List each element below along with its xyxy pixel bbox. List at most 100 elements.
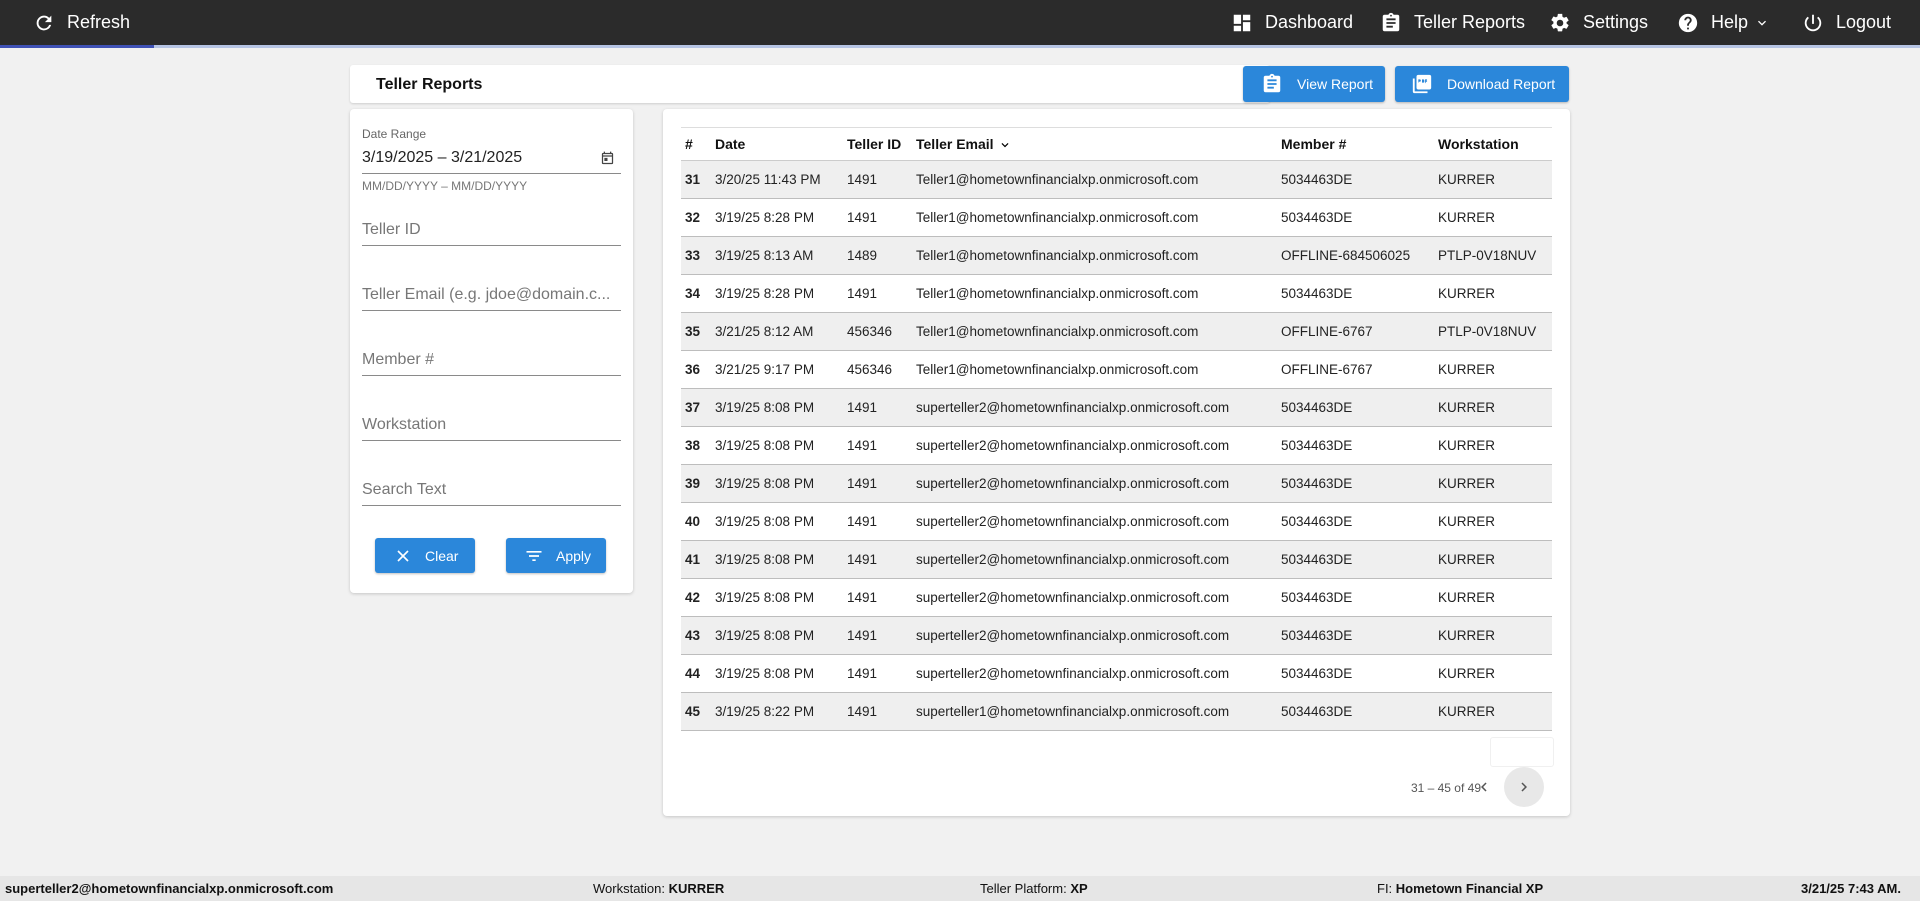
- date-range-hint: MM/DD/YYYY – MM/DD/YYYY: [362, 179, 528, 193]
- clear-button[interactable]: Clear: [375, 538, 475, 573]
- column-header-workstation[interactable]: Workstation: [1434, 128, 1552, 161]
- row-workstation: KURRER: [1438, 362, 1496, 377]
- row-number: 36: [685, 362, 701, 377]
- column-header-member-number[interactable]: Member #: [1277, 128, 1434, 161]
- row-teller-id: 456346: [847, 324, 893, 339]
- search-text-field[interactable]: Search Text: [362, 465, 621, 506]
- filter-panel: Date Range 3/19/2025 – 3/21/2025 MM/DD/Y…: [350, 109, 633, 593]
- table-row[interactable]: 33 3/19/25 8:13 AM 1489 Teller1@hometownfin…: [681, 236, 1552, 275]
- row-number: 41: [685, 552, 701, 567]
- download-report-button[interactable]: Download Report: [1395, 66, 1569, 102]
- row-workstation: KURRER: [1438, 400, 1496, 415]
- workstation-placeholder: Workstation: [362, 416, 447, 433]
- column-header-teller-email[interactable]: Teller Email: [912, 128, 1277, 161]
- refresh-button[interactable]: Refresh: [33, 0, 130, 45]
- member-number-field[interactable]: Member #: [362, 335, 621, 376]
- nav-help[interactable]: Help: [1677, 0, 1770, 45]
- nav-settings[interactable]: Settings: [1549, 0, 1648, 45]
- dashboard-icon: [1233, 14, 1251, 31]
- row-number: 39: [685, 476, 701, 491]
- column-header-teller-id[interactable]: Teller ID: [843, 128, 912, 161]
- row-teller-email: Teller1@hometownfinancialxp.onmicrosoft.…: [916, 362, 1199, 377]
- teller-email-placeholder: Teller Email (e.g. jdoe@domain.c...: [362, 286, 611, 303]
- table-row[interactable]: 31 3/20/25 11:43 PM 1491 Teller1@hometownfi…: [681, 160, 1552, 199]
- table-row[interactable]: 32 3/19/25 8:28 PM 1491 Teller1@hometownfin…: [681, 199, 1552, 237]
- table-row[interactable]: 34 3/19/25 8:28 PM 1491 Teller1@hometownfin…: [681, 275, 1552, 313]
- status-workstation-value: KURRER: [668, 881, 725, 896]
- table-row[interactable]: 40 3/19/25 8:08 PM 1491 superteller2@hometo…: [681, 503, 1552, 541]
- row-date: 3/19/25 8:08 PM: [715, 628, 815, 643]
- previous-page-button[interactable]: [1464, 767, 1504, 807]
- refresh-icon: [36, 15, 52, 30]
- row-date: 3/19/25 8:28 PM: [715, 210, 815, 225]
- row-teller-email: superteller2@hometownfinancialxp.onmicro…: [916, 628, 1230, 643]
- apply-button[interactable]: Apply: [506, 538, 606, 573]
- row-teller-id: 1491: [847, 476, 878, 491]
- row-teller-id: 1491: [847, 210, 878, 225]
- row-number: 44: [685, 666, 701, 681]
- nav-logout[interactable]: Logout: [1802, 0, 1891, 45]
- row-member-number: 5034463DE: [1281, 286, 1353, 301]
- sort-chevron-down-icon: [1001, 143, 1009, 148]
- teller-id-placeholder: Teller ID: [362, 221, 421, 238]
- row-date: 3/19/25 8:13 AM: [715, 248, 814, 263]
- row-member-number: OFFLINE-684506025: [1281, 248, 1411, 263]
- view-report-button[interactable]: View Report: [1243, 66, 1385, 102]
- row-teller-id: 1491: [847, 438, 878, 453]
- clipboard-icon: [1263, 73, 1281, 93]
- row-member-number: 5034463DE: [1281, 628, 1353, 643]
- calendar-icon[interactable]: [600, 151, 615, 166]
- nav-teller-reports[interactable]: Teller Reports: [1380, 0, 1525, 45]
- nav-teller-reports-label: Teller Reports: [1414, 12, 1526, 32]
- table-row[interactable]: 45 3/19/25 8:22 PM 1491 superteller1@hometo…: [681, 692, 1552, 731]
- row-number: 34: [685, 286, 701, 301]
- report-table: # Date Teller ID Teller Email Member # W…: [681, 127, 1552, 731]
- row-date: 3/19/25 8:22 PM: [715, 704, 815, 719]
- row-teller-id: 1491: [847, 172, 878, 187]
- table-row[interactable]: 38 3/19/25 8:08 PM 1491 superteller2@hometo…: [681, 427, 1552, 465]
- date-range-value: 3/19/2025 – 3/21/2025: [362, 149, 523, 166]
- table-row[interactable]: 35 3/21/25 8:12 AM 456346 Teller1@hometownf…: [681, 312, 1552, 351]
- loading-progress-bar: [0, 45, 1920, 48]
- row-member-number: 5034463DE: [1281, 438, 1353, 453]
- teller-id-field[interactable]: Teller ID: [362, 205, 621, 246]
- row-number: 40: [685, 514, 701, 529]
- table-row[interactable]: 44 3/19/25 8:08 PM 1491 superteller2@hometo…: [681, 655, 1552, 693]
- row-workstation: KURRER: [1438, 628, 1496, 643]
- row-date: 3/19/25 8:08 PM: [715, 590, 815, 605]
- row-teller-id: 1491: [847, 552, 878, 567]
- member-number-placeholder: Member #: [362, 351, 435, 368]
- row-workstation: KURRER: [1438, 590, 1496, 605]
- workstation-field[interactable]: Workstation: [362, 400, 621, 441]
- table-row[interactable]: 42 3/19/25 8:08 PM 1491 superteller2@hometo…: [681, 579, 1552, 617]
- nav-settings-label: Settings: [1583, 12, 1649, 32]
- teller-email-field[interactable]: Teller Email (e.g. jdoe@domain.c...: [362, 270, 621, 311]
- row-teller-email: superteller2@hometownfinancialxp.onmicro…: [916, 552, 1230, 567]
- row-member-number: 5034463DE: [1281, 666, 1353, 681]
- next-page-button[interactable]: [1504, 767, 1544, 807]
- row-teller-email: superteller2@hometownfinancialxp.onmicro…: [916, 590, 1230, 605]
- nav-dashboard[interactable]: Dashboard: [1231, 0, 1353, 45]
- row-teller-id: 456346: [847, 362, 893, 377]
- table-row[interactable]: 39 3/19/25 8:08 PM 1491 superteller2@hometo…: [681, 464, 1552, 503]
- row-teller-email: superteller2@hometownfinancialxp.onmicro…: [916, 476, 1230, 491]
- table-row[interactable]: 36 3/21/25 9:17 PM 456346 Teller1@hometownf…: [681, 351, 1552, 389]
- row-teller-email: superteller2@hometownfinancialxp.onmicro…: [916, 400, 1230, 415]
- row-teller-email: superteller2@hometownfinancialxp.onmicro…: [916, 514, 1230, 529]
- column-header-number[interactable]: #: [681, 128, 711, 161]
- row-member-number: 5034463DE: [1281, 590, 1353, 605]
- row-workstation: KURRER: [1438, 438, 1496, 453]
- row-teller-email: Teller1@hometownfinancialxp.onmicrosoft.…: [916, 210, 1199, 225]
- table-row[interactable]: 41 3/19/25 8:08 PM 1491 superteller2@hometo…: [681, 540, 1552, 579]
- table-row[interactable]: 43 3/19/25 8:08 PM 1491 superteller2@hometo…: [681, 616, 1552, 655]
- row-member-number: 5034463DE: [1281, 172, 1353, 187]
- help-icon: [1678, 13, 1698, 32]
- row-member-number: 5034463DE: [1281, 704, 1353, 719]
- row-number: 33: [685, 248, 701, 263]
- row-workstation: PTLP-0V18NUV: [1438, 324, 1537, 339]
- date-range-label: Date Range: [362, 127, 427, 141]
- row-member-number: 5034463DE: [1281, 476, 1353, 491]
- table-row[interactable]: 37 3/19/25 8:08 PM 1491 superteller2@hometo…: [681, 388, 1552, 427]
- column-header-date[interactable]: Date: [711, 128, 843, 161]
- date-range-field[interactable]: 3/19/2025 – 3/21/2025: [362, 141, 621, 174]
